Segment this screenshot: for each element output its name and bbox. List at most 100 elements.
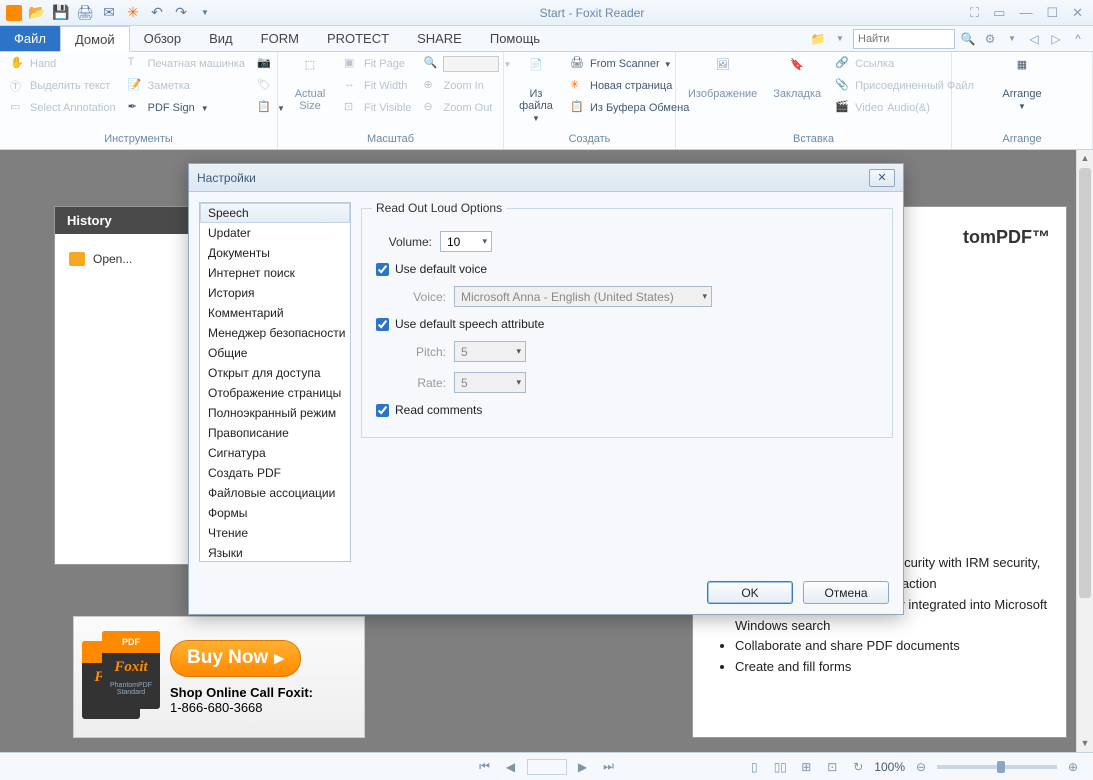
view-mode-1-icon[interactable]: ▯ [744,757,764,777]
ribbon-toggle-icon[interactable]: ▭ [993,5,1005,21]
fit-visible-btn[interactable]: ⊡Fit Visible [340,98,415,118]
read-comments-check[interactable] [376,404,389,417]
select-text-tool[interactable]: ⓉВыделить текст [6,76,120,96]
scroll-thumb[interactable] [1079,168,1091,598]
prev-find-icon[interactable]: ◁ [1025,30,1043,48]
next-find-icon[interactable]: ▷ [1047,30,1065,48]
rotate-icon[interactable]: ↻ [848,757,868,777]
prev-page-icon[interactable]: ◀ [501,757,521,777]
mail-icon[interactable]: ✉ [100,4,118,22]
redo-icon[interactable]: ↷ [172,4,190,22]
dialog-category-item[interactable]: Чтение [200,523,350,543]
arrange-btn[interactable]: ▦Arrange▼ [996,54,1047,133]
volume-dropdown[interactable]: 10 [440,231,492,252]
tab-protect[interactable]: PROTECT [313,26,403,51]
zoom-slider[interactable] [937,765,1057,769]
last-page-icon[interactable]: ⏭ [599,757,619,777]
view-mode-2-icon[interactable]: ▯▯ [770,757,790,777]
dialog-category-item[interactable]: Создать PDF [200,463,350,483]
gear-dropdown-icon[interactable]: ▼ [1003,30,1021,48]
dialog-category-item[interactable]: Формы [200,503,350,523]
actual-size-icon: ⬚ [296,58,324,86]
app-icon[interactable] [6,5,22,21]
dialog-category-item[interactable]: Комментарий [200,303,350,323]
scroll-up-icon[interactable]: ▲ [1077,150,1093,167]
minimize-icon[interactable]: — [1019,5,1032,21]
view-mode-4-icon[interactable]: ⊡ [822,757,842,777]
dialog-category-item[interactable]: Открыт для доступа [200,363,350,383]
zoom-out-btn[interactable]: ⊖Zoom Out [419,98,515,118]
dialog-category-item[interactable]: Updater [200,223,350,243]
note-tool[interactable]: 📝Заметка [124,76,249,96]
tab-view[interactable]: Вид [195,26,247,51]
read-comments-checkbox[interactable]: Read comments [376,403,878,417]
new-icon[interactable]: ✳ [124,4,142,22]
actual-size-btn[interactable]: ⬚Actual Size [284,54,336,133]
undo-icon[interactable]: ↶ [148,4,166,22]
dialog-category-list[interactable]: SpeechUpdaterДокументыИнтернет поискИсто… [199,202,351,562]
open-icon[interactable]: 📂 [28,4,46,22]
dialog-category-item[interactable]: Правописание [200,423,350,443]
buy-now-button[interactable]: Buy Now▸ [170,640,301,677]
fullscreen-icon[interactable]: ⛶ [970,5,979,21]
close-icon[interactable]: ✕ [1072,5,1083,21]
file-tab[interactable]: Файл [0,26,60,51]
zoom-in-status-icon[interactable]: ⊕ [1063,757,1083,777]
zoom-combo[interactable]: 🔍▼ [419,54,515,74]
typewriter-tool[interactable]: TПечатная машинка [124,54,249,74]
dialog-category-item[interactable]: Сигнатура [200,443,350,463]
tab-help[interactable]: Помощь [476,26,554,51]
next-page-icon[interactable]: ▶ [573,757,593,777]
qat-dropdown-icon[interactable]: ▼ [196,4,214,22]
dialog-category-item[interactable]: Языки [200,543,350,562]
dialog-category-item[interactable]: История [200,283,350,303]
from-scanner-btn[interactable]: 🖨From Scanner▼ [566,54,693,74]
from-file-btn[interactable]: 📄Из файла▼ [510,54,562,133]
view-mode-3-icon[interactable]: ⊞ [796,757,816,777]
title-bar: 📂 💾 🖨 ✉ ✳ ↶ ↷ ▼ Start - Foxit Reader ⛶ ▭… [0,0,1093,26]
new-page-btn[interactable]: ✳Новая страница [566,76,693,96]
fit-width-btn[interactable]: ↔Fit Width [340,76,415,96]
dialog-category-item[interactable]: Интернет поиск [200,263,350,283]
tab-share[interactable]: SHARE [403,26,476,51]
tab-form[interactable]: FORM [247,26,313,51]
zoom-out-status-icon[interactable]: ⊖ [911,757,931,777]
search-input[interactable] [853,29,955,49]
from-clipboard-btn[interactable]: 📋Из Буфера Обмена [566,98,693,118]
dialog-category-item[interactable]: Speech [200,203,350,223]
zoom-in-btn[interactable]: ⊕Zoom In [419,76,515,96]
dialog-category-item[interactable]: Менеджер безопасности [200,323,350,343]
tab-home[interactable]: Домой [60,26,130,52]
dialog-category-item[interactable]: Полноэкранный режим [200,403,350,423]
dialog-close-button[interactable]: ✕ [869,169,895,187]
maximize-icon[interactable]: ☐ [1046,5,1058,21]
default-voice-check[interactable] [376,263,389,276]
gear-icon[interactable]: ⚙ [981,30,999,48]
save-icon[interactable]: 💾 [52,4,70,22]
cancel-button[interactable]: Отмена [803,581,889,604]
dialog-category-item[interactable]: Общие [200,343,350,363]
bookmark-btn[interactable]: 🔖Закладка [767,54,827,133]
print-icon[interactable]: 🖨 [76,4,94,22]
hand-tool[interactable]: ✋Hand [6,54,120,74]
search-dropdown-icon[interactable]: ▼ [831,30,849,48]
vertical-scrollbar[interactable]: ▲ ▼ [1076,150,1093,752]
dialog-title-bar[interactable]: Настройки ✕ [189,164,903,192]
dialog-category-item[interactable]: Отображение страницы [200,383,350,403]
search-icon[interactable]: 🔍 [959,30,977,48]
default-voice-checkbox[interactable]: Use default voice [376,262,878,276]
select-annotation-tool[interactable]: ▭Select Annotation [6,98,120,118]
ok-button[interactable]: OK [707,581,793,604]
collapse-ribbon-icon[interactable]: ^ [1069,30,1087,48]
image-btn[interactable]: 🖼Изображение [682,54,763,133]
default-attr-checkbox[interactable]: Use default speech attribute [376,317,878,331]
fit-page-btn[interactable]: ▣Fit Page [340,54,415,74]
dialog-category-item[interactable]: Документы [200,243,350,263]
first-page-icon[interactable]: ⏮ [475,757,495,777]
pdf-sign-tool[interactable]: ✒PDF Sign▼ [124,98,249,118]
scroll-down-icon[interactable]: ▼ [1077,735,1093,752]
dialog-category-item[interactable]: Файловые ассоциации [200,483,350,503]
default-attr-check[interactable] [376,318,389,331]
search-folder-icon[interactable]: 📁 [809,30,827,48]
tab-review[interactable]: Обзор [130,26,196,51]
